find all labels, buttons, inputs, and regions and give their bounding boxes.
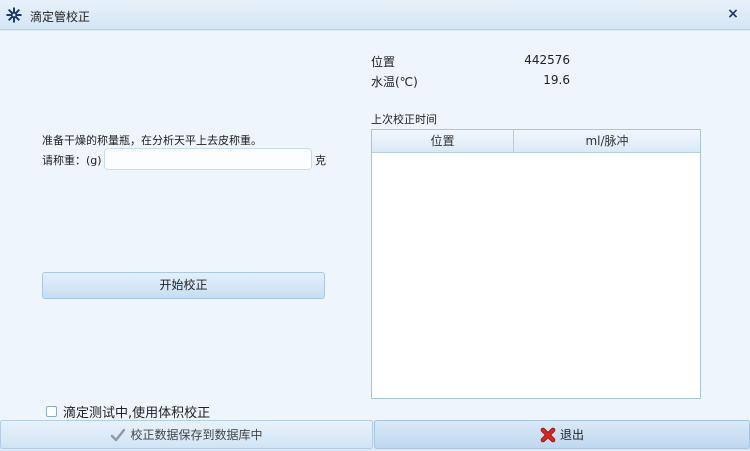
table-header: 位置 ml/脉冲 <box>372 130 700 153</box>
weight-input[interactable] <box>104 148 312 170</box>
volume-correction-label: 滴定测试中,使用体积校正 <box>63 406 211 421</box>
red-x-icon <box>540 427 556 442</box>
column-header-position[interactable]: 位置 <box>372 130 514 152</box>
column-header-ml-per-pulse[interactable]: ml/脉冲 <box>514 130 700 152</box>
main-content: 准备干燥的称量瓶，在分析天平上去皮称重。 请称重：(g) 克 开始校正 滴定测试… <box>0 31 750 421</box>
position-value: 442576 <box>524 53 570 67</box>
exit-button-label: 退出 <box>559 428 584 442</box>
weigh-label: 请称重：(g) <box>42 154 102 167</box>
save-button-label: 校正数据保存到数据库中 <box>130 428 263 442</box>
volume-correction-checkbox[interactable] <box>46 406 57 417</box>
start-calibration-button[interactable]: 开始校正 <box>42 272 325 299</box>
exit-button[interactable]: 退出 <box>374 420 750 449</box>
weigh-instruction: 准备干燥的称量瓶，在分析天平上去皮称重。 <box>42 134 262 147</box>
close-icon: × <box>727 6 739 22</box>
window-title: 滴定管校正 <box>30 10 91 24</box>
position-label: 位置 <box>371 55 396 69</box>
water-temp-label: 水温(℃) <box>371 75 418 89</box>
checkmark-icon <box>111 428 126 441</box>
volume-correction-option[interactable]: 滴定测试中,使用体积校正 <box>46 402 210 421</box>
weigh-unit: 克 <box>315 154 326 167</box>
save-to-database-button[interactable]: 校正数据保存到数据库中 <box>0 420 373 449</box>
footer-bar: 校正数据保存到数据库中 退出 <box>0 420 750 451</box>
gear-icon <box>6 7 22 23</box>
water-temp-value: 19.6 <box>543 73 570 87</box>
close-button[interactable]: × <box>724 5 742 23</box>
calibration-table[interactable]: 位置 ml/脉冲 <box>371 129 701 399</box>
last-calibration-label: 上次校正时间 <box>371 113 437 126</box>
title-bar: 滴定管校正 × <box>0 0 750 30</box>
